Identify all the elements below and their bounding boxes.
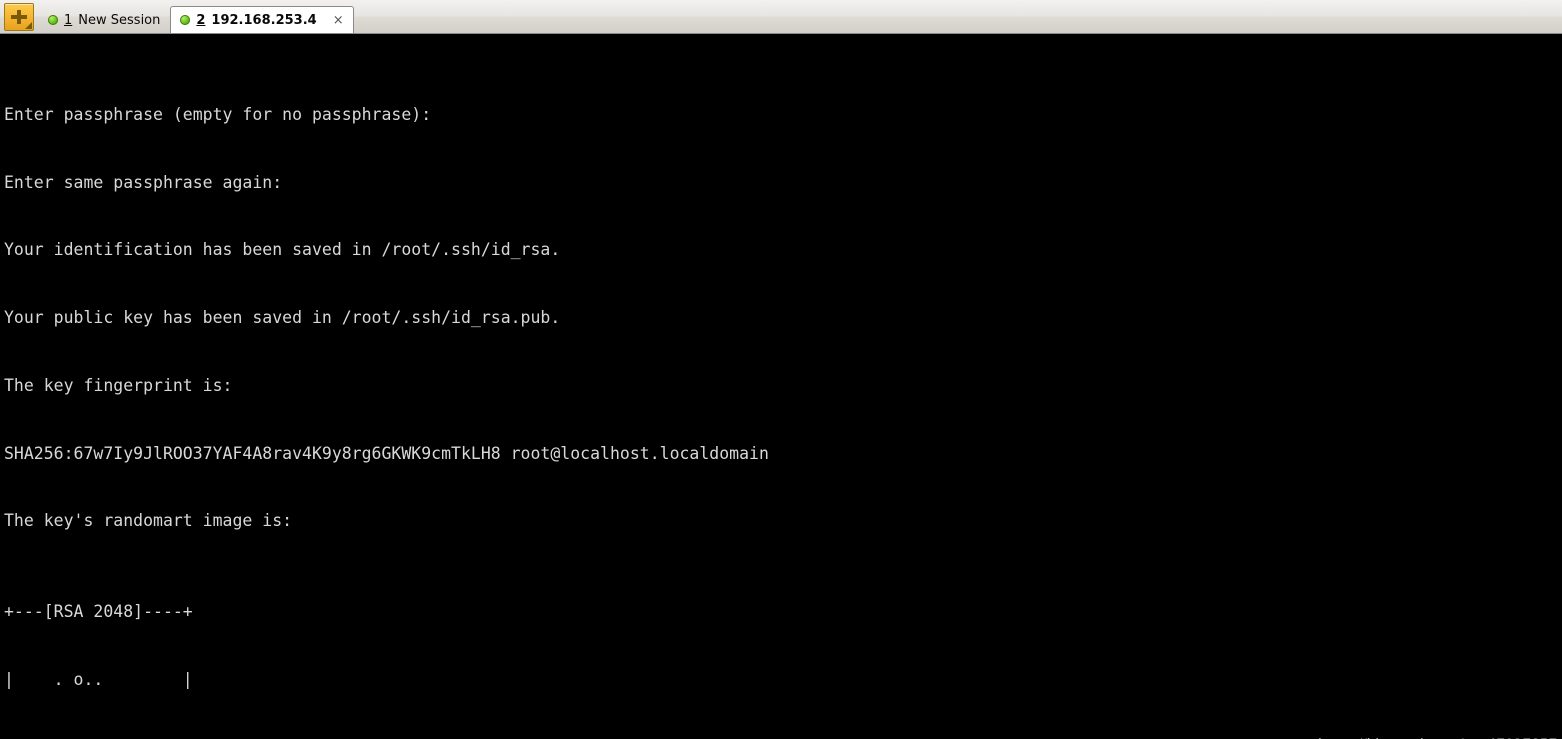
terminal-output[interactable]: Enter passphrase (empty for no passphras… — [0, 34, 1562, 739]
terminal-line: Your public key has been saved in /root/… — [4, 308, 561, 328]
terminal-line: Enter same passphrase again: — [4, 172, 283, 192]
tab-number: 1 — [64, 12, 73, 28]
ssh-key-fingerprint: SHA256:67w7Iy9JlROO37YAF4A8rav4K9y8rg6GK… — [4, 443, 769, 463]
terminal-line: The key fingerprint is: — [4, 375, 233, 395]
connection-status-icon — [48, 15, 58, 25]
terminal-line: Your identification has been saved in /r… — [4, 240, 561, 260]
randomart-border-top: +---[RSA 2048]----+ — [4, 601, 193, 621]
close-icon[interactable]: × — [333, 14, 344, 27]
tab-label: New Session — [78, 12, 161, 28]
plus-icon-vertical — [17, 10, 21, 24]
tab-1-new-session[interactable]: 1 New Session — [38, 6, 170, 33]
tab-bar: 1 New Session 2 192.168.253.4 × — [0, 0, 1562, 34]
terminal-line: Enter passphrase (empty for no passphras… — [4, 104, 432, 124]
dropdown-corner-icon — [25, 22, 32, 29]
tab-2-192-168-253-4[interactable]: 2 192.168.253.4 × — [170, 6, 354, 33]
tab-label: 192.168.253.4 — [211, 12, 317, 28]
randomart-line: | . o.. | — [4, 669, 193, 689]
new-tab-button[interactable] — [4, 3, 34, 31]
connection-status-icon — [180, 15, 191, 25]
tab-number: 2 — [196, 12, 206, 28]
terminal-line: The key's randomart image is: — [4, 511, 293, 531]
